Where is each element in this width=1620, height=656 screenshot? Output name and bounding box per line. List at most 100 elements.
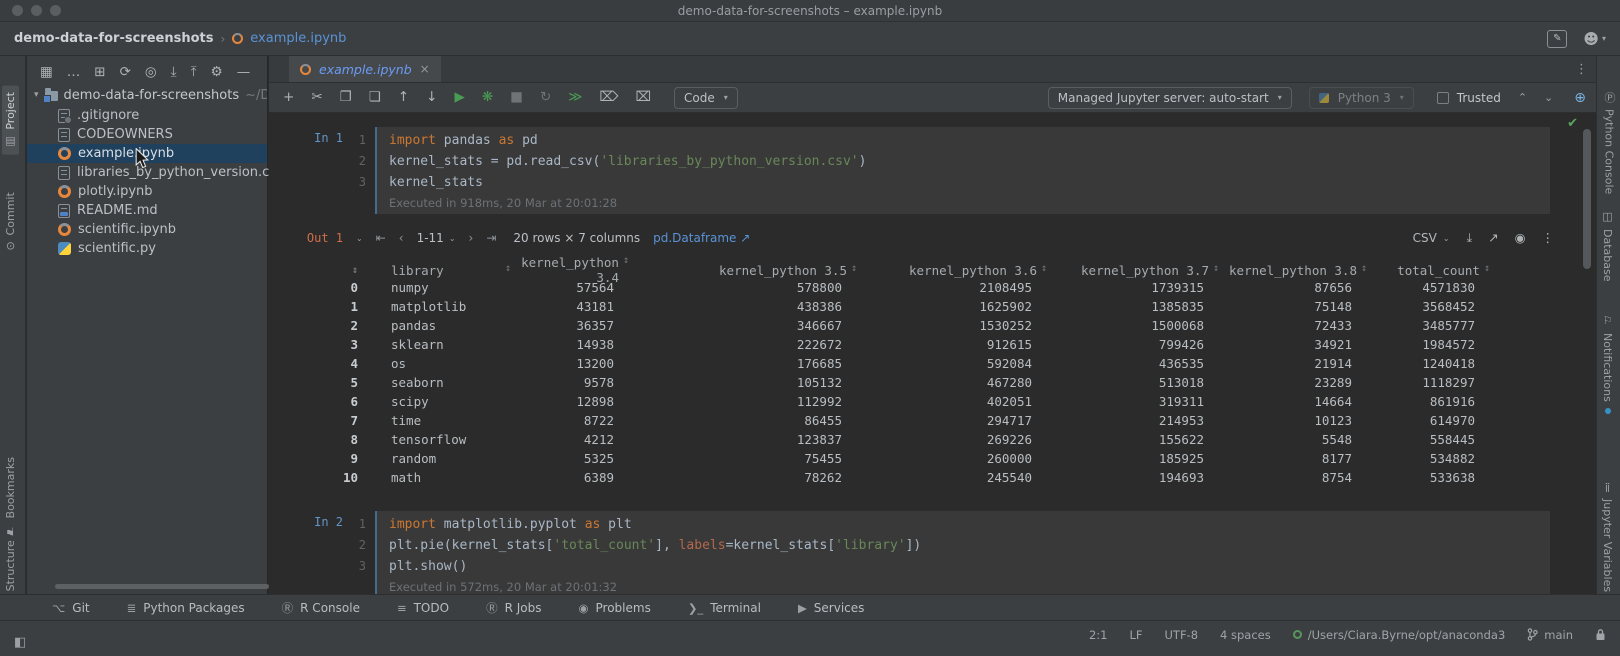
project-file-CODEOWNERS[interactable]: CODEOWNERS bbox=[27, 125, 267, 144]
table-row[interactable]: 10math6389782622455401946938754533638 bbox=[269, 468, 1596, 487]
tool-window-button-notifications[interactable]: ⚐Notifications bbox=[1599, 308, 1616, 420]
cell-out-label[interactable]: Out 1 bbox=[281, 231, 343, 245]
table-row[interactable]: 9random5325754552600001859258177534882 bbox=[269, 449, 1596, 468]
move-cell-down-icon[interactable]: ↓ bbox=[426, 91, 437, 105]
minimize-window-button[interactable] bbox=[31, 5, 42, 16]
cell-type-select[interactable]: Code ▾ bbox=[674, 87, 738, 109]
more-views-icon[interactable]: … bbox=[67, 66, 81, 80]
editor-scrollbar[interactable] bbox=[1583, 129, 1591, 269]
horizontal-scrollbar[interactable] bbox=[55, 584, 269, 589]
stop-kernel-icon[interactable]: ■ bbox=[510, 91, 523, 105]
next-page-button[interactable]: › bbox=[469, 231, 474, 245]
column-header[interactable]: kernel_python 3.5↕ bbox=[639, 263, 867, 278]
trusted-checkbox[interactable]: Trusted bbox=[1437, 91, 1501, 105]
restart-kernel-icon[interactable]: ↻ bbox=[540, 91, 551, 105]
more-options-icon[interactable]: ⋮ bbox=[1542, 232, 1555, 245]
paste-cell-icon[interactable]: ❏ bbox=[369, 91, 381, 105]
sort-icon[interactable]: ↕ bbox=[352, 265, 358, 276]
move-cell-up-icon[interactable]: ↑ bbox=[398, 91, 409, 105]
tool-window-button-git[interactable]: ⌥Git bbox=[52, 601, 90, 615]
tool-window-button-python-console[interactable]: ⓅPython Console bbox=[1599, 86, 1619, 200]
tool-window-button-terminal[interactable]: ❯_Terminal bbox=[688, 601, 761, 615]
delete-cell-icon[interactable]: ⌧ bbox=[635, 91, 651, 105]
hide-panel-icon[interactable]: — bbox=[237, 66, 251, 80]
sort-icon[interactable]: ↕ bbox=[1213, 263, 1219, 278]
table-row[interactable]: 3sklearn14938222672912615799426349211984… bbox=[269, 335, 1596, 354]
table-row[interactable]: 4os13200176685592084436535219141240418 bbox=[269, 354, 1596, 373]
caret-position[interactable]: 2:1 bbox=[1089, 628, 1108, 642]
column-header[interactable]: total_count↕ bbox=[1377, 263, 1596, 278]
download-icon[interactable]: ⤓ bbox=[1467, 232, 1473, 245]
project-root-row[interactable]: ▾ demo-data-for-screenshots ~/Datasp bbox=[27, 85, 267, 105]
project-file-plotly.ipynb[interactable]: plotly.ipynb bbox=[27, 182, 267, 201]
new-item-icon[interactable]: ⊞ bbox=[94, 66, 105, 80]
table-row[interactable]: 7time87228645529471721495310123614970 bbox=[269, 411, 1596, 430]
tool-window-button-todo[interactable]: ≡TODO bbox=[397, 601, 449, 615]
code-line[interactable]: plt.pie(kernel_stats['total_count'], lab… bbox=[389, 535, 1540, 556]
sort-icon[interactable]: ↕ bbox=[505, 263, 511, 278]
table-row[interactable]: 1matplotlib43181438386162590213858357514… bbox=[269, 297, 1596, 316]
checkbox-icon[interactable] bbox=[1437, 92, 1449, 104]
last-page-button[interactable]: ⇥ bbox=[486, 231, 496, 245]
code-editor[interactable]: import pandas as pdkernel_stats = pd.rea… bbox=[375, 127, 1550, 214]
tool-window-button-r-console[interactable]: ⓇR Console bbox=[282, 600, 360, 616]
tool-window-button-python-packages[interactable]: ≣Python Packages bbox=[127, 601, 245, 615]
locate-file-icon[interactable]: ◎ bbox=[145, 66, 157, 80]
maximize-window-button[interactable] bbox=[50, 5, 61, 16]
project-file-example.ipynb[interactable]: example.ipynb bbox=[27, 144, 267, 163]
lock-icon[interactable] bbox=[1595, 628, 1606, 641]
code-editor[interactable]: import matplotlib.pyplot as pltplt.pie(k… bbox=[375, 511, 1550, 594]
globe-icon[interactable]: ⊕ bbox=[1574, 90, 1586, 106]
collapse-all-icon[interactable]: ⤒ bbox=[191, 66, 197, 80]
project-file-scientific.py[interactable]: scientific.py bbox=[27, 239, 267, 258]
previous-cell-icon[interactable]: ⌃ bbox=[1518, 91, 1527, 104]
sort-icon[interactable]: ↕ bbox=[1041, 263, 1047, 278]
tool-window-button-project[interactable]: ▤Project bbox=[2, 86, 19, 155]
tool-window-button-problems[interactable]: ◉Problems bbox=[578, 601, 650, 615]
sort-icon[interactable]: ↕ bbox=[1361, 263, 1367, 278]
run-all-icon[interactable]: ≫ bbox=[568, 91, 582, 105]
line-separator[interactable]: LF bbox=[1129, 628, 1142, 642]
column-header[interactable]: kernel_python 3.8↕ bbox=[1229, 263, 1377, 278]
tool-window-button-commit[interactable]: ⊙Commit bbox=[2, 186, 19, 256]
sort-icon[interactable]: ↕ bbox=[851, 263, 857, 278]
code-line[interactable]: kernel_stats = pd.read_csv('libraries_by… bbox=[389, 151, 1540, 172]
tool-window-button-bookmarks[interactable]: ⚑Bookmarks bbox=[2, 451, 19, 543]
preview-icon[interactable]: ◉ bbox=[1515, 232, 1526, 245]
add-cell-icon[interactable]: + bbox=[283, 91, 294, 105]
inspections-ok-icon[interactable]: ✔ bbox=[1567, 116, 1578, 131]
project-file-README.md[interactable]: README.md bbox=[27, 201, 267, 220]
breadcrumb-project[interactable]: demo-data-for-screenshots bbox=[14, 31, 213, 46]
tool-window-button-jupyter-variables[interactable]: ≔Jupyter Variables bbox=[1599, 476, 1616, 598]
code-line[interactable]: import matplotlib.pyplot as plt bbox=[389, 514, 1540, 535]
project-file-scientific.ipynb[interactable]: scientific.ipynb bbox=[27, 220, 267, 239]
table-row[interactable]: 0numpy5756457880021084951739315876564571… bbox=[269, 278, 1596, 297]
indent-style[interactable]: 4 spaces bbox=[1220, 628, 1271, 642]
collapse-output-icon[interactable]: ⌄ bbox=[356, 234, 363, 243]
table-row[interactable]: 2pandas363573466671530252150006872433348… bbox=[269, 316, 1596, 335]
open-in-new-icon[interactable]: ↗ bbox=[1488, 232, 1498, 245]
page-range-select[interactable]: 1-11 ⌄ bbox=[417, 231, 456, 245]
cut-cell-icon[interactable]: ✂ bbox=[311, 91, 322, 105]
next-cell-icon[interactable]: ⌄ bbox=[1544, 91, 1553, 104]
previous-page-button[interactable]: ‹ bbox=[399, 231, 404, 245]
tool-window-toggle-icon[interactable]: ◧ bbox=[14, 635, 26, 650]
debug-cell-icon[interactable]: ❋ bbox=[482, 91, 493, 105]
editor-options-kebab-icon[interactable]: ⋮ bbox=[1575, 62, 1588, 77]
project-file-libraries_by_python_version.csv[interactable]: libraries_by_python_version.csv bbox=[27, 163, 267, 182]
code-line[interactable]: plt.show() bbox=[389, 556, 1540, 577]
sort-icon[interactable]: ↕ bbox=[1484, 263, 1490, 278]
tool-window-button-services[interactable]: ▶Services bbox=[798, 601, 864, 615]
tool-window-button-database[interactable]: ◫Database bbox=[1599, 204, 1616, 288]
export-format-select[interactable]: CSV ⌄ bbox=[1413, 231, 1450, 245]
tab-example-ipynb[interactable]: example.ipynb × bbox=[289, 56, 441, 82]
table-row[interactable]: 5seaborn95781051324672805130182328911182… bbox=[269, 373, 1596, 392]
column-header[interactable]: kernel_python 3.7↕ bbox=[1057, 263, 1229, 278]
refresh-icon[interactable]: ⟳ bbox=[120, 66, 131, 80]
index-column-header[interactable]: ↕ bbox=[269, 265, 361, 276]
clear-outputs-icon[interactable]: ⌦ bbox=[599, 91, 618, 105]
column-header[interactable]: library↕ bbox=[361, 263, 521, 278]
copy-cell-icon[interactable]: ❐ bbox=[340, 91, 352, 105]
run-cell-icon[interactable]: ▶ bbox=[454, 91, 464, 105]
file-encoding[interactable]: UTF-8 bbox=[1165, 628, 1199, 642]
